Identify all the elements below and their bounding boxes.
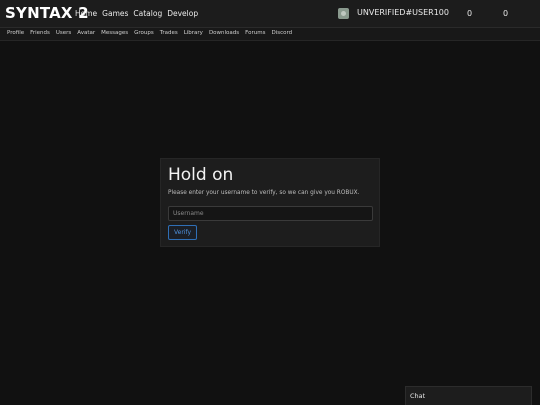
subnav-users-link[interactable]: Users (56, 30, 71, 36)
subnav-trades-link[interactable]: Trades (160, 30, 178, 36)
subnav-library-link[interactable]: Library (184, 30, 203, 36)
subnav-forums-link[interactable]: Forums (245, 30, 265, 36)
chat-label: Chat (410, 392, 426, 400)
username-input[interactable] (168, 206, 373, 221)
robux-count[interactable]: 0 (467, 9, 472, 18)
secondary-nav: Profile Friends Users Avatar Messages Gr… (7, 30, 292, 36)
subnav-downloads-link[interactable]: Downloads (209, 30, 239, 36)
verify-card: Hold on Please enter your username to ve… (160, 158, 380, 247)
chat-panel[interactable]: Chat (405, 386, 532, 405)
subnav-profile-link[interactable]: Profile (7, 30, 24, 36)
subnav-messages-link[interactable]: Messages (101, 30, 128, 36)
subnav-discord-link[interactable]: Discord (271, 30, 292, 36)
main-nav: Home Games Catalog Develop (75, 9, 198, 18)
tickets-count[interactable]: 0 (503, 9, 508, 18)
verify-title: Hold on (168, 165, 234, 185)
user-avatar-icon[interactable] (338, 8, 349, 19)
top-navbar: SYNTAX 2 Home Games Catalog Develop UNVE… (0, 0, 540, 28)
nav-home-link[interactable]: Home (75, 9, 97, 18)
nav-games-link[interactable]: Games (102, 9, 128, 18)
subnav-groups-link[interactable]: Groups (134, 30, 154, 36)
verify-button[interactable]: Verify (168, 225, 197, 240)
username-link[interactable]: UNVERIFIED#USER100 (357, 8, 449, 17)
subnav-avatar-link[interactable]: Avatar (77, 30, 95, 36)
nav-develop-link[interactable]: Develop (167, 9, 198, 18)
nav-catalog-link[interactable]: Catalog (133, 9, 162, 18)
verify-description: Please enter your username to verify, so… (168, 190, 360, 196)
subnav-friends-link[interactable]: Friends (30, 30, 50, 36)
secondary-navbar: Profile Friends Users Avatar Messages Gr… (0, 28, 540, 41)
